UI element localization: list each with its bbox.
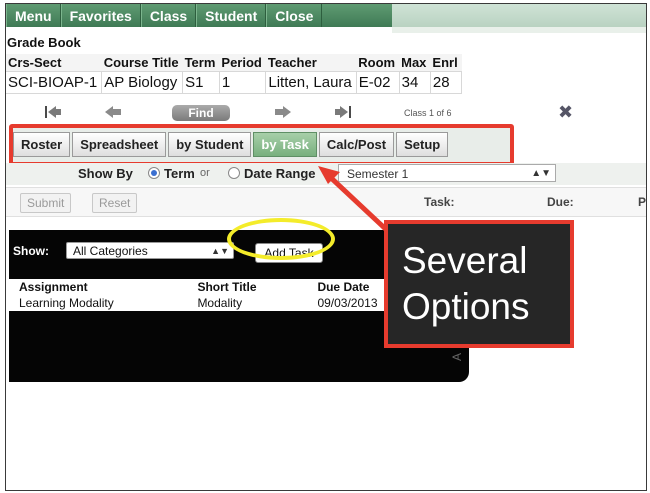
tools-icon[interactable]: ✖ [558, 102, 573, 123]
cell-max: 34 [399, 71, 431, 94]
class-info-table: Crs-Sect Course Title Term Period Teache… [6, 54, 463, 94]
category-select-value: All Categories [73, 244, 148, 258]
column-header: Assignment [9, 279, 188, 295]
short-title-cell: Modality [187, 295, 308, 311]
submit-button[interactable]: Submit [20, 193, 72, 213]
term-radio-label: Term [164, 166, 195, 181]
column-header: Max [399, 54, 431, 72]
show-by-label: Show By [78, 166, 133, 181]
cell-teacher: Litten, Laura [265, 71, 357, 94]
callout-line-2: Options [402, 286, 530, 327]
task-label: Task: [424, 195, 455, 209]
column-header: Room [356, 54, 400, 72]
semester-select-value: Semester 1 [347, 167, 409, 181]
date-range-label: Date Range [244, 166, 316, 181]
find-button[interactable]: Find [172, 105, 230, 121]
class-table-row: SCI-BIOAP-1 AP Biology S1 1 Litten, Laur… [6, 71, 463, 94]
column-header: Short Title [187, 279, 308, 295]
menu-bar-filler [392, 4, 646, 27]
show-by-row: Show By Term or Date Range Semester 1 ▲▼ [6, 163, 646, 185]
column-header: Crs-Sect [6, 54, 102, 72]
menu-item-class[interactable]: Class [140, 4, 197, 27]
semester-select[interactable]: Semester 1 ▲▼ [338, 164, 556, 182]
panel-edge-letter: A [450, 352, 465, 362]
due-label: Due: [547, 195, 574, 209]
cell-enrl: 28 [430, 71, 463, 94]
top-menu-bar: Menu Favorites Class Student Close [6, 4, 392, 27]
class-navigation-row: Find Class 1 of 6 ✖ [6, 102, 586, 124]
term-radio[interactable] [148, 167, 160, 179]
column-header: Term [182, 54, 220, 72]
menu-item-menu[interactable]: Menu [6, 4, 61, 27]
reset-button[interactable]: Reset [92, 193, 138, 213]
first-class-icon[interactable] [44, 105, 62, 119]
category-select[interactable]: All Categories ▲▼ [66, 242, 234, 259]
add-task-highlight-ring [227, 218, 335, 260]
task-table-header-row: Assignment Short Title Due Date [9, 279, 429, 295]
column-header: Enrl [430, 54, 462, 72]
or-label: or [200, 167, 210, 179]
cell-term: S1 [182, 71, 220, 94]
cell-room: E-02 [356, 71, 400, 94]
task-table: Assignment Short Title Due Date Learning… [9, 279, 429, 311]
menu-item-favorites[interactable]: Favorites [60, 4, 141, 27]
column-header: Teacher [265, 54, 357, 72]
class-position-label: Class 1 of 6 [404, 108, 452, 118]
select-caret-icon: ▲▼ [531, 168, 551, 179]
page-title: Grade Book [7, 35, 81, 50]
p-label: P [638, 195, 647, 209]
menu-item-student[interactable]: Student [196, 4, 267, 27]
callout-line-1: Several [402, 240, 528, 281]
cell-crs-sect: SCI-BIOAP-1 [6, 71, 103, 94]
class-table-header-row: Crs-Sect Course Title Term Period Teache… [6, 54, 462, 72]
submit-row: Submit Reset Task: Due: P [6, 187, 646, 217]
column-header: Period [219, 54, 266, 72]
callout-text: Several Options [402, 238, 530, 330]
assignment-cell[interactable]: Learning Modality [9, 295, 188, 311]
cell-course-title: AP Biology [101, 71, 184, 94]
menu-item-close[interactable]: Close [266, 4, 323, 27]
show-label: Show: [13, 244, 49, 258]
column-header: Course Title [101, 54, 183, 72]
callout-box: Several Options [384, 220, 574, 348]
select-caret-icon: ▲▼ [211, 246, 229, 256]
table-row[interactable]: Learning Modality Modality 09/03/2013 [9, 295, 429, 311]
next-class-icon[interactable] [274, 105, 292, 119]
last-class-icon[interactable] [334, 105, 352, 119]
tabs-highlight-box [9, 124, 514, 166]
date-range-radio[interactable] [228, 167, 240, 179]
cell-period: 1 [219, 71, 267, 94]
previous-class-icon[interactable] [104, 105, 122, 119]
header-stripe [392, 27, 646, 33]
